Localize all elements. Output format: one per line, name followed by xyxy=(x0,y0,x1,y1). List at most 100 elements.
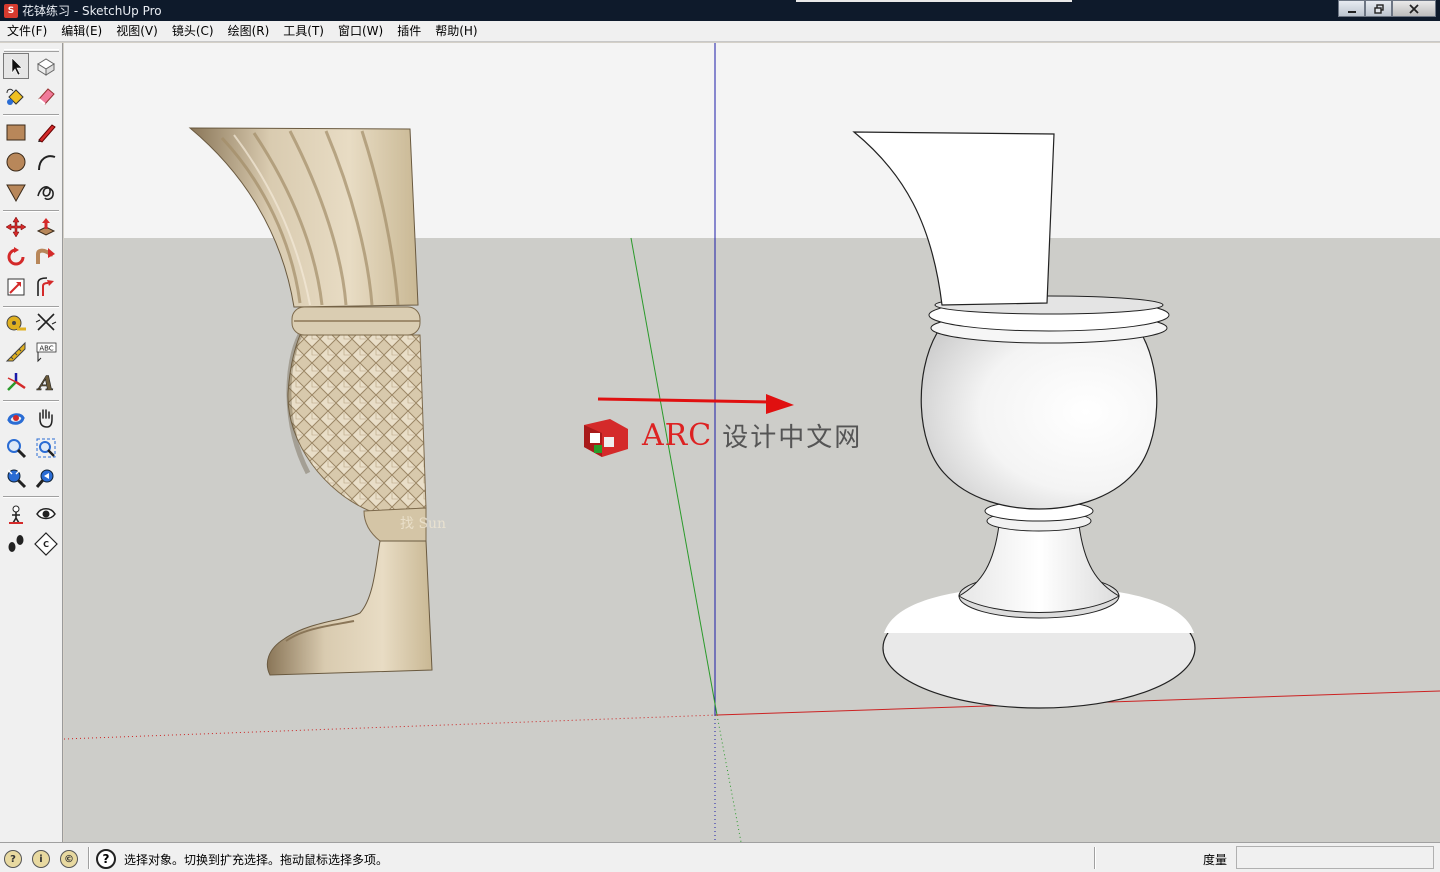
3d-text-tool[interactable]: A xyxy=(33,369,59,395)
zoom-window-tool[interactable] xyxy=(33,435,59,461)
eraser-tool[interactable] xyxy=(33,83,59,109)
image-watermark: 找 Sun xyxy=(400,516,446,532)
cube-icon xyxy=(37,58,55,76)
pencil-icon xyxy=(38,124,56,143)
status-bar: ? i © ? 选择对象。切换到扩充选择。拖动鼠标选择多项。 度量 xyxy=(0,842,1440,872)
position-camera-icon xyxy=(9,505,23,524)
rectangle-tool[interactable] xyxy=(3,119,29,145)
minimize-button[interactable] xyxy=(1338,0,1365,17)
toolbar-separator xyxy=(3,114,59,116)
line-tool[interactable] xyxy=(33,119,59,145)
hand-icon xyxy=(39,409,53,428)
dimension-tool[interactable] xyxy=(33,309,59,335)
position-camera-tool[interactable] xyxy=(3,501,29,527)
axes-icon xyxy=(7,373,26,391)
pan-tool[interactable] xyxy=(33,405,59,431)
restore-icon xyxy=(1373,3,1384,14)
paint-bucket-tool[interactable] xyxy=(3,83,29,109)
orbit-icon xyxy=(7,413,25,425)
rotate-tool[interactable] xyxy=(3,244,29,270)
text-icon: ABC xyxy=(36,342,57,363)
freehand-tool[interactable] xyxy=(33,179,59,205)
zoom-window-icon xyxy=(36,438,56,458)
scale-tool[interactable] xyxy=(3,274,29,300)
push-pull-icon xyxy=(36,218,56,236)
menu-help[interactable]: 帮助(H) xyxy=(428,21,484,42)
red-axis-negative xyxy=(64,714,718,740)
menu-edit[interactable]: 编辑(E) xyxy=(54,21,109,42)
section-plane-label: C xyxy=(43,540,49,549)
tape-measure-icon xyxy=(6,315,26,331)
copyright-icon[interactable]: © xyxy=(60,850,78,868)
tape-measure-tool[interactable] xyxy=(3,309,29,335)
toolbar-separator xyxy=(3,306,59,308)
protractor-tool[interactable] xyxy=(3,339,29,365)
eraser-icon xyxy=(38,88,55,105)
toolbar-grip[interactable] xyxy=(4,49,59,52)
offset-tool[interactable] xyxy=(33,274,59,300)
circle-tool[interactable] xyxy=(3,149,29,175)
move-icon xyxy=(5,216,27,238)
menu-camera[interactable]: 镜头(C) xyxy=(165,21,221,42)
section-plane-icon: C xyxy=(34,532,58,556)
arrow-icon xyxy=(11,57,23,76)
polygon-tool[interactable] xyxy=(3,179,29,205)
title-bar: S 花钵练习 - SketchUp Pro xyxy=(0,0,1440,21)
select-tool[interactable] xyxy=(3,53,29,79)
zoom-extents-tool[interactable] xyxy=(3,465,29,491)
measurements-input[interactable] xyxy=(1236,846,1434,869)
section-plane-tool[interactable]: C xyxy=(33,531,59,557)
rectangle-icon xyxy=(6,124,26,141)
axes-tool[interactable] xyxy=(3,369,29,395)
vase-3d-model[interactable] xyxy=(852,131,1196,709)
question-icon[interactable]: ? xyxy=(96,849,116,869)
watermark-logo-space xyxy=(584,415,628,455)
window-controls xyxy=(1338,0,1436,17)
arc-tool[interactable] xyxy=(33,149,59,175)
vase-reference-image[interactable]: 找 Sun xyxy=(188,127,446,676)
paint-bucket-icon xyxy=(6,88,24,105)
window-title: 花钵练习 - SketchUp Pro xyxy=(22,4,162,18)
zoom-icon xyxy=(7,439,27,459)
dimension-icon xyxy=(35,313,57,331)
text-tool[interactable]: ABC xyxy=(33,339,59,365)
minimize-icon xyxy=(1347,10,1356,13)
status-separator xyxy=(1094,847,1096,869)
measurements-label: 度量 xyxy=(1203,853,1228,867)
follow-me-tool[interactable] xyxy=(33,244,59,270)
menu-file[interactable]: 文件(F) xyxy=(0,21,54,42)
zoom-extents-icon xyxy=(7,469,27,489)
zoom-tool[interactable] xyxy=(3,435,29,461)
menu-tools[interactable]: 工具(T) xyxy=(276,21,331,42)
follow-me-icon xyxy=(36,248,55,264)
move-tool[interactable] xyxy=(3,214,29,240)
orbit-tool[interactable] xyxy=(3,405,29,431)
push-pull-tool[interactable] xyxy=(33,214,59,240)
polygon-icon xyxy=(6,184,26,203)
previous-view-tool[interactable] xyxy=(33,465,59,491)
toolbar-separator xyxy=(3,496,59,498)
previous-view-icon xyxy=(35,469,54,488)
credits-icon[interactable]: i xyxy=(32,850,50,868)
large-toolset-toolbar: ABC A C xyxy=(0,43,63,842)
close-icon xyxy=(1409,3,1419,14)
restore-button[interactable] xyxy=(1365,0,1392,17)
sketchup-icon[interactable]: S xyxy=(4,3,18,18)
walk-tool[interactable] xyxy=(3,531,29,557)
rotate-icon xyxy=(7,247,25,266)
menu-view[interactable]: 视图(V) xyxy=(109,21,165,42)
menu-plugins[interactable]: 插件 xyxy=(390,21,428,42)
menu-window[interactable]: 窗口(W) xyxy=(331,21,390,42)
freehand-icon xyxy=(37,186,54,201)
title-bar-highlight xyxy=(796,0,1072,2)
3d-text-icon: A xyxy=(36,371,54,393)
menu-draw[interactable]: 绘图(R) xyxy=(221,21,277,42)
status-message: 选择对象。切换到扩充选择。拖动鼠标选择多项。 xyxy=(124,853,389,867)
close-button[interactable] xyxy=(1392,0,1436,17)
toolbar-separator xyxy=(3,210,59,212)
geo-location-icon[interactable]: ? xyxy=(4,850,22,868)
model-viewport[interactable]: 找 Sun ARC 设计中文网 xyxy=(64,43,1440,842)
green-axis-negative xyxy=(716,714,742,842)
make-component-tool[interactable] xyxy=(33,53,59,79)
look-around-tool[interactable] xyxy=(33,501,59,527)
